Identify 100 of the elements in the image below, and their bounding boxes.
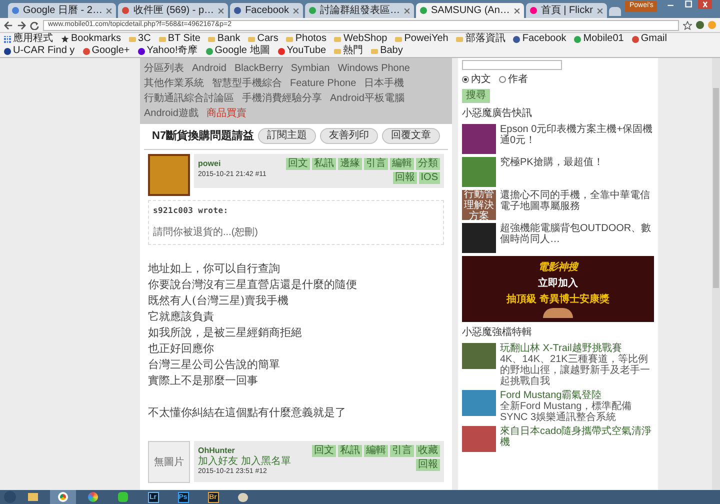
reload-icon[interactable] xyxy=(30,20,39,30)
search-button[interactable]: 搜尋 xyxy=(462,89,490,103)
close-icon[interactable] xyxy=(596,8,603,14)
bookmark-item[interactable]: U-CAR Find y xyxy=(4,45,75,57)
radio-button[interactable] xyxy=(499,76,506,83)
profile-links[interactable]: 加入好友 加入黑名單 xyxy=(198,457,291,467)
post-text-line: 既然有人(台灣三星)賣我手機 xyxy=(148,292,290,308)
forum-nav-link[interactable]: Windows Phone xyxy=(338,62,410,75)
ad-text: 究極PK搶購，最超值！ xyxy=(500,157,604,168)
bookmark-item[interactable]: 熱門 xyxy=(334,45,364,57)
search-field[interactable] xyxy=(462,60,562,70)
forum-nav-link[interactable]: 行動通訊綜合討論區 xyxy=(144,92,234,105)
bookmark-item[interactable]: Mobile01 xyxy=(574,33,624,45)
forum-nav-link[interactable]: 分區列表 xyxy=(144,62,184,75)
browser-tab[interactable]: 討論群組發表區… xyxy=(304,3,414,18)
bookmark-item[interactable]: Gmail xyxy=(632,33,667,45)
bookmark-item[interactable]: Baby xyxy=(371,45,403,57)
bookmark-item[interactable]: Google 地圖 xyxy=(206,45,270,57)
post-action-button[interactable]: 引言 xyxy=(364,158,388,170)
radio-button[interactable] xyxy=(462,76,469,83)
bookmark-item[interactable]: YouTube xyxy=(278,45,326,57)
forum-nav-link[interactable]: Symbian xyxy=(290,62,330,75)
bookmark-item[interactable]: Bookmarks xyxy=(61,33,122,45)
back-arrow-icon[interactable] xyxy=(4,20,13,30)
browser-tab[interactable]: 首頁 | Flickr xyxy=(526,3,607,18)
post-action-button[interactable]: 回文 xyxy=(286,158,310,170)
post-action-button[interactable]: 私訊 xyxy=(338,445,362,457)
new-tab-button[interactable] xyxy=(608,7,622,16)
scrollbar-thumb[interactable] xyxy=(713,88,719,288)
banner-text: 抽頂級 奇異博士安康獎 xyxy=(506,292,610,307)
post-action-button[interactable]: 分類 xyxy=(416,158,440,170)
feature-title[interactable]: Ford Mustang霸氣登陸 xyxy=(500,390,654,401)
close-icon[interactable] xyxy=(514,8,520,14)
post-action-button[interactable]: 回報 xyxy=(392,172,417,184)
forum-nav-link[interactable]: Feature Phone xyxy=(290,77,356,90)
bookmark-item[interactable]: PoweiYeh xyxy=(395,33,448,45)
bookmark-item[interactable]: Bank xyxy=(208,33,240,45)
forum-nav-link[interactable]: 智慧型手機綜合 xyxy=(212,77,282,90)
ad-banner[interactable]: 電影神搜 立即加入 抽頂級 奇異博士安康獎 xyxy=(462,256,654,322)
folder-icon xyxy=(129,36,136,42)
star-icon[interactable] xyxy=(683,20,692,30)
topic-action-button[interactable]: 訂閱主題 xyxy=(258,128,316,144)
tab-title: SAMSUNG (An… xyxy=(430,6,510,16)
taskbar-button[interactable] xyxy=(50,490,76,504)
bookmark-item[interactable]: 3C xyxy=(129,33,151,45)
post-action-button[interactable]: 收藏 xyxy=(416,445,440,457)
folder-icon xyxy=(395,36,402,42)
feature-item[interactable]: Ford Mustang霸氣登陸 全新Ford Mustang，標準配備SYNC 3娛樂通訊整合系統 xyxy=(462,390,654,423)
author-name[interactable]: OhHunter xyxy=(198,445,291,457)
bookmark-item[interactable]: 應用程式 xyxy=(4,33,53,45)
post-action-button[interactable]: IOS xyxy=(418,172,440,184)
post-action-button[interactable]: 回文 xyxy=(312,445,336,457)
topic-action-button[interactable]: 友善列印 xyxy=(320,128,378,144)
author-name[interactable]: powei xyxy=(198,158,266,170)
topic-title: N7斷貨換購問題請益 xyxy=(152,128,254,144)
bookmark-item[interactable]: 部落資訊 xyxy=(456,33,506,45)
bookmark-item[interactable]: Facebook xyxy=(513,33,566,45)
browser-tab[interactable]: 收件匣 (569) - p… xyxy=(118,3,228,18)
bookmark-item[interactable]: Google+ xyxy=(82,45,130,57)
forum-nav-link[interactable]: Android平板電腦 xyxy=(330,92,404,105)
feature-item[interactable]: 玩翻山林 X-Trail越野挑戰賽 4K、14K、21K三種賽道，等比例的野地山徑，讓越野新手及老手一起挑戰自我 xyxy=(462,343,654,387)
start-button[interactable] xyxy=(4,491,16,503)
post-action-button[interactable]: 邊緣 xyxy=(338,158,362,170)
feature-item[interactable]: 來自日本cado隨身攜帶式空氣清淨機 xyxy=(462,426,654,452)
post-action-button[interactable]: 編輯 xyxy=(390,158,414,170)
browser-tab[interactable]: Facebook xyxy=(230,3,303,18)
close-icon[interactable] xyxy=(698,0,712,9)
maximize-icon[interactable] xyxy=(684,0,692,8)
bookmark-item[interactable]: BT Site xyxy=(158,33,200,45)
topic-action-button[interactable]: 回覆文章 xyxy=(382,128,440,144)
flower-icon xyxy=(88,492,98,502)
bookmark-item[interactable]: WebShop xyxy=(334,33,388,45)
radio-option[interactable]: 作者 xyxy=(499,72,528,87)
forum-nav-link[interactable]: 其他作業系統 xyxy=(144,77,204,90)
ad-item[interactable]: Epson 0元印表機方案主機+保固機通0元！ xyxy=(462,124,654,154)
feature-title[interactable]: 玩翻山林 X-Trail越野挑戰賽 xyxy=(500,343,654,354)
forum-nav-link[interactable]: 手機消費經驗分享 xyxy=(242,92,322,105)
close-icon[interactable] xyxy=(404,8,410,14)
forum-nav-link[interactable]: 日本手機 xyxy=(364,77,404,90)
post-action-button[interactable]: 私訊 xyxy=(312,158,336,170)
browser-tab[interactable]: SAMSUNG (An… xyxy=(416,3,524,18)
forum-nav-link[interactable]: Android xyxy=(192,62,226,75)
post-action-button[interactable]: 引言 xyxy=(390,445,414,457)
radio-option[interactable]: 內文 xyxy=(462,72,491,87)
forum-nav-link[interactable]: Android遊戲 xyxy=(144,107,198,120)
feature-title[interactable]: 來自日本cado隨身攜帶式空氣清淨機 xyxy=(500,426,654,448)
ad-item[interactable]: 究極PK搶購，最超值！ xyxy=(462,157,654,187)
forward-arrow-icon[interactable] xyxy=(17,20,26,30)
bookmark-item[interactable]: Yahoo!奇摩 xyxy=(138,45,198,57)
close-icon[interactable] xyxy=(218,8,224,14)
browser-tab[interactable]: Google 日曆 - 2… xyxy=(8,3,116,18)
close-icon[interactable] xyxy=(292,8,299,14)
close-icon[interactable] xyxy=(106,8,112,14)
post-action-button[interactable]: 編輯 xyxy=(364,445,388,457)
post-action-button[interactable]: 回報 xyxy=(416,459,440,471)
forum-nav-link[interactable]: BlackBerry xyxy=(234,62,283,75)
bookmark-item[interactable]: Photos xyxy=(286,33,326,45)
ad-item[interactable]: 超強機能電腦背包OUTDOOR、數個時尚同人… xyxy=(462,223,654,253)
cartoon-drawing xyxy=(543,308,573,318)
bookmark-item[interactable]: Cars xyxy=(248,33,278,45)
